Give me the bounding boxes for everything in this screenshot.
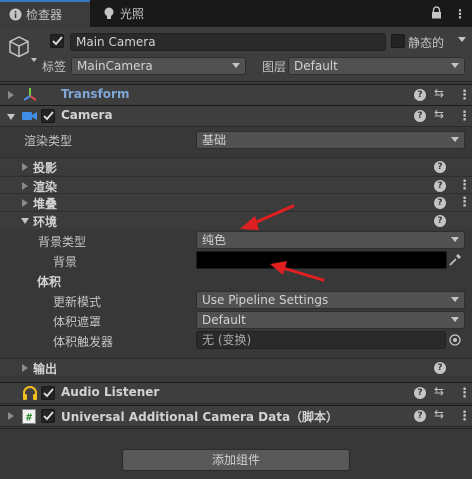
annotation-arrow-background	[270, 261, 325, 282]
annotation-arrows	[240, 204, 325, 282]
annotation-arrow-background-type	[240, 204, 295, 230]
